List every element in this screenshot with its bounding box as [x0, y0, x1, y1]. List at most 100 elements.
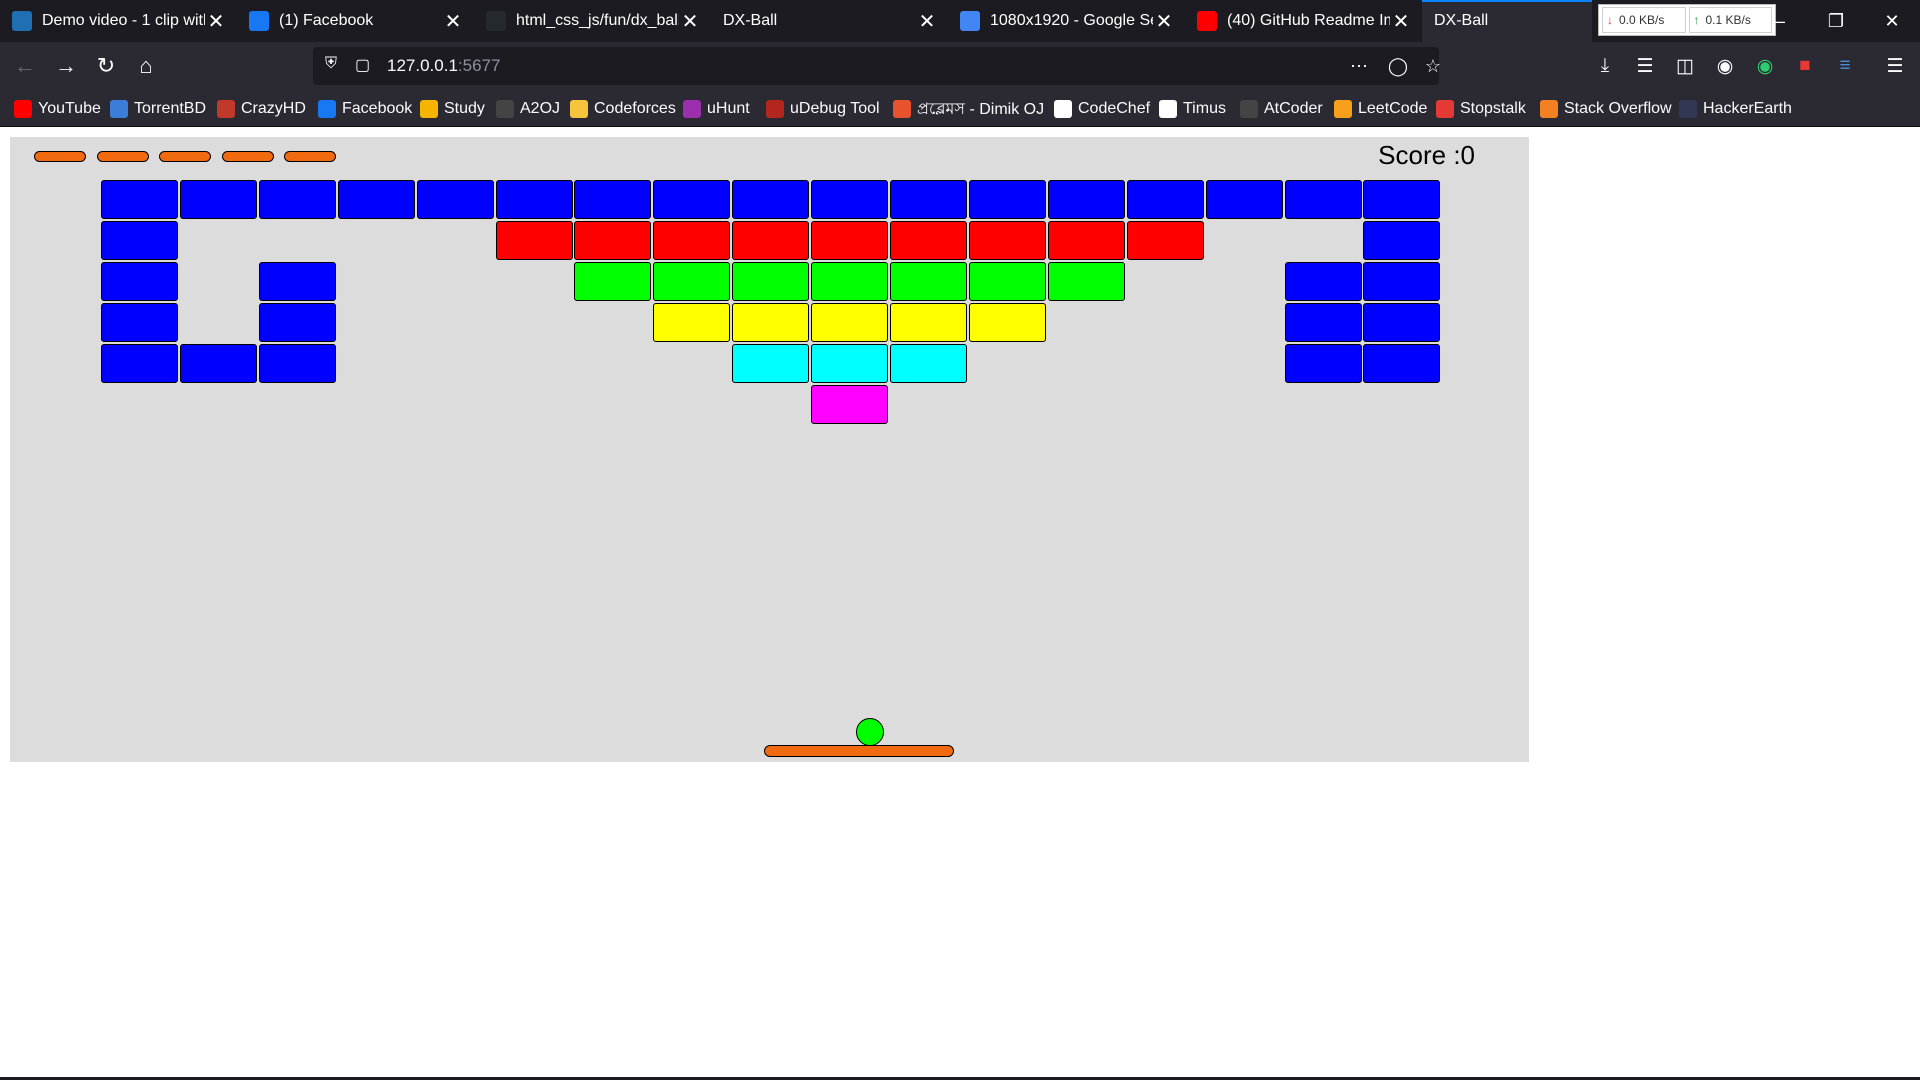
youtube-icon — [14, 100, 32, 118]
extension-flag-icon[interactable]: ■ — [1790, 51, 1820, 81]
bookmark-label: Study — [444, 100, 485, 117]
bookmark-label: CrazyHD — [241, 100, 306, 117]
tab-close-icon[interactable]: ✕ — [442, 9, 464, 34]
restore-button[interactable]: ❐ — [1808, 0, 1864, 42]
home-button[interactable]: ⌂ — [128, 48, 164, 84]
bookmark-a2oj[interactable]: A2OJ — [496, 97, 560, 121]
reload-button[interactable]: ↻ — [88, 48, 124, 84]
brick-red — [1047, 221, 1125, 260]
brick-magenta — [811, 385, 889, 424]
bookmark-crazyhd[interactable]: CrazyHD — [217, 97, 306, 121]
stackoverflow-icon — [1540, 100, 1558, 118]
page-actions-icon[interactable]: ⋯ — [1346, 53, 1372, 79]
bookmark-hackerearth[interactable]: HackerEarth — [1679, 97, 1792, 121]
tab-title: Demo video - 1 clip with — [42, 12, 205, 29]
tab-2[interactable]: html_css_js/fun/dx_ball at✕ — [474, 0, 711, 42]
youtube-icon — [1197, 11, 1217, 31]
tab-6[interactable]: DX-Ball — [1422, 0, 1592, 42]
bookmark-codechef[interactable]: CodeChef — [1054, 97, 1150, 121]
bookmark-leetcode[interactable]: LeetCode — [1334, 97, 1427, 121]
bookmark-torrentbd[interactable]: TorrentBD — [110, 97, 206, 121]
tab-close-icon[interactable]: ✕ — [1390, 9, 1412, 34]
paddle[interactable] — [764, 745, 954, 757]
brick-blue — [732, 180, 810, 219]
brick-blue — [258, 344, 336, 383]
downloads-icon[interactable]: ⤓ — [1590, 51, 1620, 81]
brick-blue — [1363, 221, 1441, 260]
extension-globe-icon[interactable]: ◉ — [1710, 51, 1740, 81]
brick-blue — [101, 262, 178, 301]
brick-blue — [968, 180, 1046, 219]
bookmark-label: CodeChef — [1078, 100, 1151, 117]
grammarly-off-icon[interactable]: ◉ — [1750, 51, 1780, 81]
bookmark-study[interactable]: Study — [420, 97, 485, 121]
torrentbd-icon — [110, 100, 128, 118]
tab-4[interactable]: 1080x1920 - Google Search✕ — [948, 0, 1185, 42]
bookmark-uhunt[interactable]: uHunt — [683, 97, 750, 121]
game-canvas[interactable]: Score :0 — [10, 137, 1529, 762]
bookmark-label: Codeforces — [594, 100, 676, 117]
brick-red — [495, 221, 573, 260]
atcoder-icon — [1240, 100, 1258, 118]
bookmark-atcoder[interactable]: AtCoder — [1240, 97, 1323, 121]
tab-3[interactable]: DX-Ball ✕ — [711, 0, 948, 42]
brick-green — [968, 262, 1046, 301]
minimize-button[interactable]: – — [1752, 0, 1808, 42]
tab-close-icon[interactable]: ✕ — [679, 9, 701, 34]
brick-blue — [1284, 344, 1362, 383]
tab-0[interactable]: Demo video - 1 clip with ✕ — [0, 0, 237, 42]
bookmark-label: Stopstalk — [1460, 100, 1526, 117]
url-text[interactable]: 127.0.0.1:5677 — [387, 56, 500, 76]
bookmark-facebook[interactable]: Facebook — [318, 97, 412, 121]
extension-list-icon[interactable]: ≡ — [1830, 51, 1860, 81]
brick-cyan — [732, 344, 810, 383]
tab-close-icon[interactable]: ✕ — [916, 9, 938, 34]
brick-yellow — [653, 303, 731, 342]
back-button[interactable]: ← — [7, 48, 43, 84]
brick-red — [653, 221, 731, 260]
brick-red — [732, 221, 810, 260]
window-controls: – ❐ ✕ — [1752, 0, 1920, 42]
brick-blue — [890, 180, 967, 219]
brick-blue — [179, 344, 257, 383]
tab-1[interactable]: (1) Facebook ✕ — [237, 0, 474, 42]
life-paddle-icon — [96, 151, 149, 162]
bookmark-youtube[interactable]: YouTube — [14, 97, 101, 121]
brick-blue — [811, 180, 889, 219]
forward-button[interactable]: → — [48, 48, 84, 84]
bookmark-label: Timus — [1183, 100, 1226, 117]
tab-title: DX-Ball — [1434, 12, 1489, 29]
url-bar[interactable]: ⛨ ▢ 127.0.0.1:5677 ⋯ ◯ ☆ — [313, 47, 1441, 85]
browser-chrome: Demo video - 1 clip with ✕ (1) Facebook ✕ ht… — [0, 0, 1920, 127]
codechef-icon — [1054, 100, 1072, 118]
a2oj-icon — [496, 100, 514, 118]
brick-blue — [1284, 262, 1362, 301]
page-info-icon[interactable]: ▢ — [355, 55, 375, 77]
tab-close-icon[interactable]: ✕ — [205, 9, 227, 34]
app-menu-icon[interactable]: ☰ — [1880, 51, 1910, 81]
bookmark-dimik-oj[interactable]: প্রব্লেমস - Dimik OJ — [893, 97, 1044, 121]
brick-blue — [101, 344, 178, 383]
google-drive-icon — [420, 100, 438, 118]
tracking-shield-icon[interactable]: ⛨ — [325, 55, 345, 77]
brick-blue — [1126, 180, 1204, 219]
close-window-button[interactable]: ✕ — [1864, 0, 1920, 42]
library-icon[interactable]: ☰ — [1630, 51, 1660, 81]
bookmark-codeforces[interactable]: Codeforces — [570, 97, 676, 121]
tab-close-icon[interactable]: ✕ — [1153, 9, 1175, 34]
bookmark-label: YouTube — [38, 100, 101, 117]
bookmark-stack-overflow[interactable]: Stack Overflow — [1540, 97, 1672, 121]
brick-red — [1126, 221, 1204, 260]
life-paddle-icon — [284, 151, 336, 162]
tab-5[interactable]: (40) GitHub Readme Images✕ — [1185, 0, 1422, 42]
pocket-icon[interactable]: ◯ — [1385, 53, 1411, 79]
bookmark-star-icon[interactable]: ☆ — [1420, 53, 1446, 79]
brick-blue — [1363, 262, 1441, 301]
bookmark-stopstalk[interactable]: Stopstalk — [1436, 97, 1526, 121]
bookmark-udebug-tool[interactable]: uDebug Tool — [766, 97, 880, 121]
bookmark-timus[interactable]: Timus — [1159, 97, 1226, 121]
life-paddle-icon — [221, 151, 274, 162]
sidebar-icon[interactable]: ◫ — [1670, 51, 1700, 81]
ball — [856, 718, 884, 746]
udebug-icon — [766, 100, 784, 118]
